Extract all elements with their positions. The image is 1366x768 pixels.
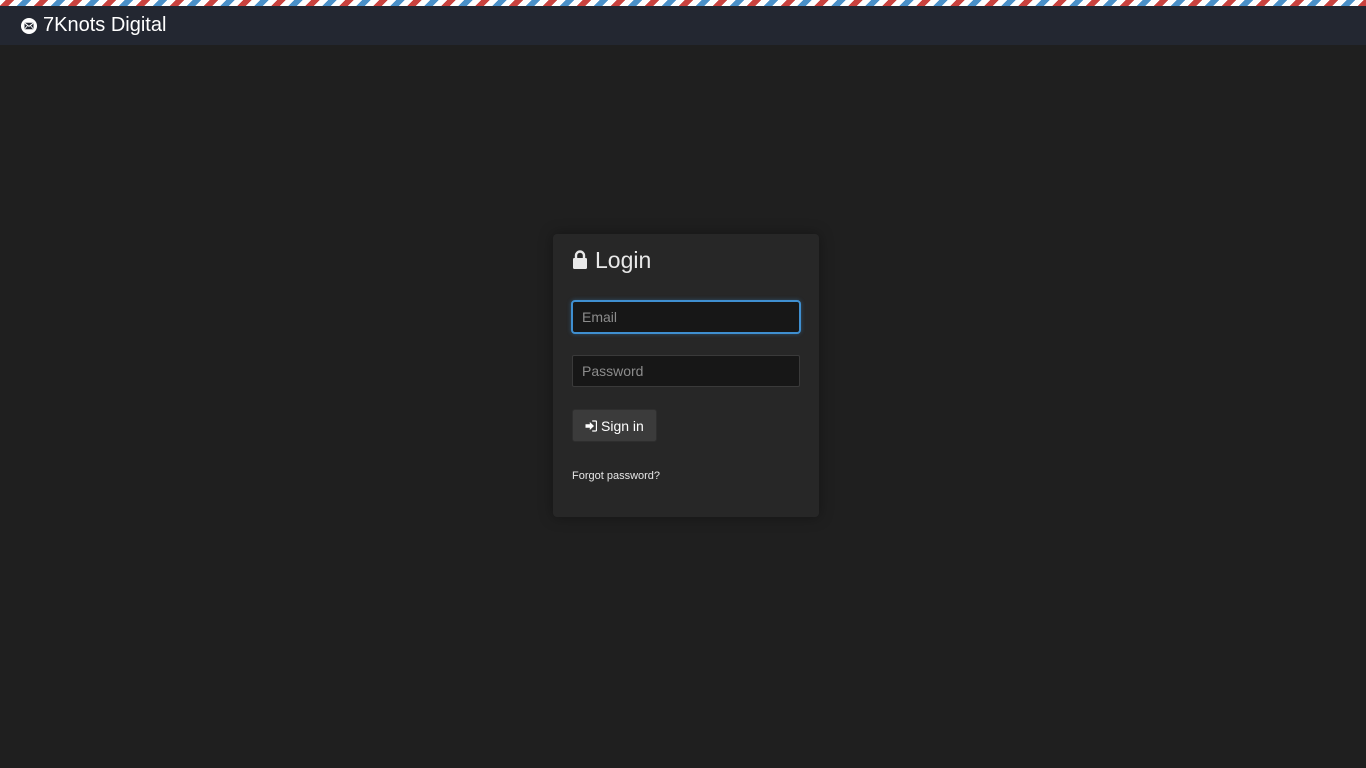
login-title-text: Login — [595, 246, 652, 273]
email-input[interactable] — [571, 300, 801, 334]
brand-link[interactable]: 7Knots Digital — [20, 14, 166, 37]
envelope-circle-icon — [20, 17, 38, 35]
login-title: Login — [572, 247, 800, 273]
lock-icon — [572, 250, 588, 270]
top-navbar: 7Knots Digital — [0, 6, 1366, 45]
sign-in-icon — [585, 419, 597, 432]
brand-name: 7Knots Digital — [43, 14, 167, 36]
sign-in-label: Sign in — [601, 417, 644, 434]
password-input[interactable] — [572, 355, 800, 387]
login-card: Login Sign in Forgot password? — [553, 234, 819, 517]
forgot-password-link[interactable]: Forgot password? — [572, 470, 660, 482]
sign-in-button[interactable]: Sign in — [572, 409, 657, 442]
